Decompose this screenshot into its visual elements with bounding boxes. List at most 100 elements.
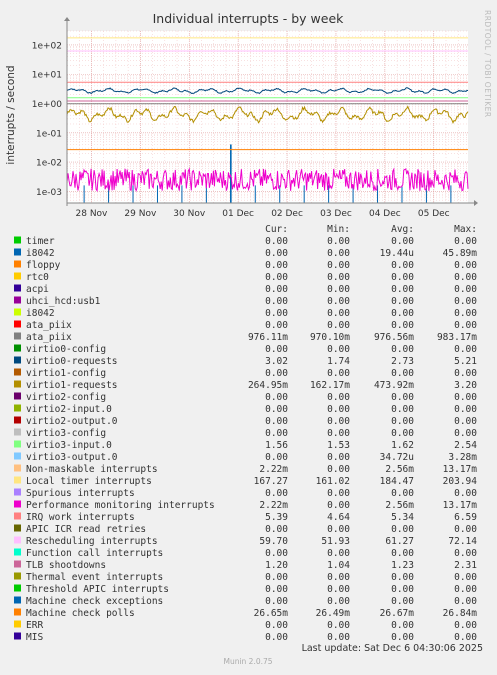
legend-max-value: 13.17m [443, 464, 478, 475]
legend-cur-value: 0.00 [265, 404, 288, 415]
legend-swatch [14, 536, 21, 544]
y-tick-label: 1e-02 [36, 159, 62, 169]
legend-name: MIS [26, 632, 43, 643]
legend-avg-value: 184.47 [380, 476, 414, 487]
legend-header-min: Min: [327, 224, 350, 235]
legend-swatch [14, 500, 21, 508]
legend-min-value: 0.00 [327, 524, 350, 535]
legend-max-value: 45.89m [443, 248, 478, 259]
legend-swatch [14, 608, 21, 616]
legend-swatch [14, 476, 21, 484]
legend-avg-value: 0.00 [391, 392, 414, 403]
legend-cur-value: 0.00 [265, 248, 288, 259]
legend-avg-value: 0.00 [391, 320, 414, 331]
legend-max-value: 13.17m [443, 500, 478, 511]
legend-header-cur: Cur: [265, 224, 288, 235]
legend-avg-value: 5.34 [391, 512, 414, 523]
legend-name: virtio3-config [26, 428, 106, 439]
legend-header-max: Max: [454, 224, 477, 235]
legend-min-value: 4.64 [327, 512, 350, 523]
legend-name: virtio1-requests [26, 380, 118, 391]
legend-name: Function call interrupts [26, 548, 163, 559]
legend-name: timer [26, 236, 55, 247]
legend-max-value: 2.54 [454, 440, 477, 451]
legend-swatch [14, 284, 21, 292]
legend-cur-value: 0.00 [265, 236, 288, 247]
legend-avg-value: 0.00 [391, 308, 414, 319]
legend-swatch [14, 548, 21, 556]
legend-cur-value: 0.00 [265, 572, 288, 583]
legend-name: virtio0-requests [26, 356, 118, 367]
y-tick-label: 1e-03 [36, 188, 62, 198]
legend-cur-value: 1.56 [265, 440, 288, 451]
legend-swatch [14, 560, 21, 568]
legend-avg-value: 0.00 [391, 368, 414, 379]
legend-name: virtio1-config [26, 368, 106, 379]
legend-cur-value: 59.70 [259, 536, 288, 547]
legend-min-value: 0.00 [327, 236, 350, 247]
legend-avg-value: 0.00 [391, 620, 414, 631]
legend-min-value: 0.00 [327, 296, 350, 307]
legend-min-value: 0.00 [327, 500, 350, 511]
legend-swatch [14, 320, 21, 328]
legend-avg-value: 0.00 [391, 584, 414, 595]
x-tick-label: 29 Nov [124, 209, 157, 219]
legend-min-value: 970.10m [310, 332, 350, 343]
legend-min-value: 162.17m [310, 380, 350, 391]
legend-max-value: 3.20 [454, 380, 477, 391]
chart-title: Individual interrupts - by week [153, 11, 345, 26]
legend-min-value: 1.53 [327, 440, 350, 451]
legend-name: virtio2-config [26, 392, 106, 403]
legend-min-value: 26.49m [316, 608, 351, 619]
legend-swatch [14, 260, 21, 268]
legend-swatch [14, 512, 21, 520]
legend-avg-value: 2.56m [385, 464, 414, 475]
legend-max-value: 0.00 [454, 416, 477, 427]
legend-name: virtio3-output.0 [26, 452, 118, 463]
y-tick-label: 1e+01 [32, 71, 62, 81]
legend-max-value: 0.00 [454, 296, 477, 307]
legend-avg-value: 2.73 [391, 356, 414, 367]
legend-min-value: 0.00 [327, 284, 350, 295]
legend-min-value: 0.00 [327, 584, 350, 595]
legend-min-value: 161.02 [316, 476, 350, 487]
legend-cur-value: 0.00 [265, 308, 288, 319]
y-tick-label: 1e+00 [32, 100, 63, 110]
legend-name: uhci_hcd:usb1 [26, 296, 101, 307]
legend-avg-value: 2.56m [385, 500, 414, 511]
legend-cur-value: 2.22m [259, 500, 288, 511]
legend-min-value: 0.00 [327, 548, 350, 559]
legend-max-value: 0.00 [454, 368, 477, 379]
legend-max-value: 0.00 [454, 632, 477, 643]
legend-avg-value: 0.00 [391, 572, 414, 583]
legend-avg-value: 976.56m [374, 332, 414, 343]
legend-swatch [14, 524, 21, 532]
legend-name: virtio2-output.0 [26, 416, 118, 427]
legend-avg-value: 0.00 [391, 404, 414, 415]
legend-avg-value: 1.62 [391, 440, 414, 451]
legend-min-value: 0.00 [327, 416, 350, 427]
legend-avg-value: 0.00 [391, 260, 414, 271]
legend-swatch [14, 236, 21, 244]
legend-swatch [14, 332, 21, 340]
legend-name: virtio2-input.0 [26, 404, 112, 415]
legend-max-value: 0.00 [454, 404, 477, 415]
legend-avg-value: 0.00 [391, 344, 414, 355]
legend-name: ERR [26, 620, 43, 631]
x-tick-label: 03 Dec [320, 209, 352, 219]
legend-max-value: 72.14 [448, 536, 477, 547]
legend-swatch [14, 620, 21, 628]
x-tick-label: 28 Nov [76, 209, 109, 219]
legend-max-value: 983.17m [437, 332, 477, 343]
legend-max-value: 0.00 [454, 524, 477, 535]
legend-min-value: 0.00 [327, 260, 350, 271]
legend-max-value: 26.84m [443, 608, 478, 619]
legend-min-value: 0.00 [327, 452, 350, 463]
legend-avg-value: 0.00 [391, 272, 414, 283]
legend-avg-value: 1.23 [391, 560, 414, 571]
legend-name: i8042 [26, 308, 55, 319]
legend-swatch [14, 464, 21, 472]
legend-avg-value: 61.27 [385, 536, 414, 547]
y-tick-label: 1e+02 [32, 41, 62, 51]
legend-max-value: 0.00 [454, 488, 477, 499]
